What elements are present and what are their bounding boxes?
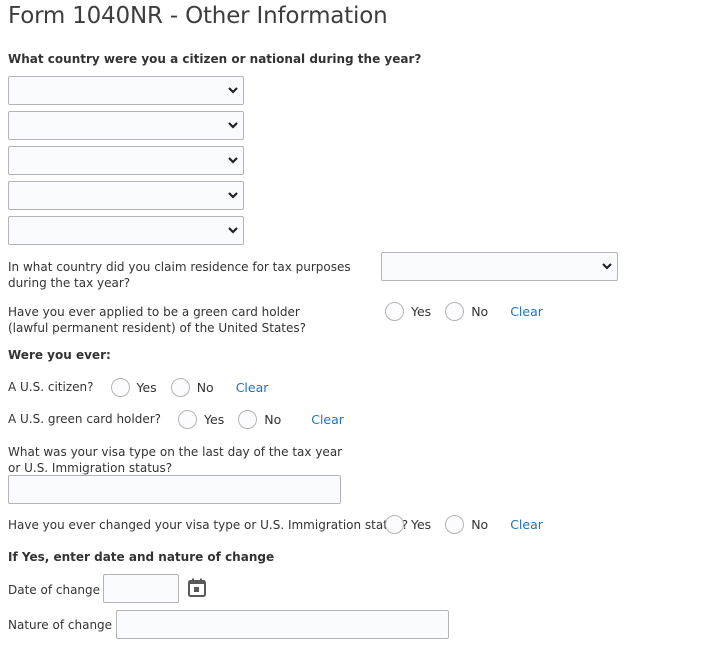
citizenship-question: What country were you a citizen or natio… <box>8 52 422 66</box>
chevron-down-icon <box>228 87 238 94</box>
yes-label: Yes <box>411 516 432 532</box>
us-citizen-clear-link[interactable]: Clear <box>236 380 269 395</box>
citizenship-select-3[interactable] <box>8 146 244 175</box>
visa-type-input[interactable] <box>8 475 341 504</box>
green-card-holder-question: A U.S. green card holder? <box>8 412 162 426</box>
citizenship-select-1[interactable] <box>8 76 244 105</box>
green-card-applied-question: Have you ever applied to be a green card… <box>8 305 307 335</box>
no-label: No <box>471 516 489 532</box>
date-of-change-input[interactable] <box>103 574 179 603</box>
chevron-down-icon <box>228 122 238 129</box>
us-citizen-no-radio[interactable] <box>170 377 190 397</box>
citizenship-select-4[interactable] <box>8 181 244 210</box>
us-citizen-question: A U.S. citizen? <box>8 380 94 394</box>
green-card-applied-no-radio[interactable] <box>445 301 465 321</box>
chevron-down-icon <box>228 157 238 164</box>
citizenship-select-2[interactable] <box>8 111 244 140</box>
visa-changed-radio-group: Yes No Clear <box>385 513 543 535</box>
nature-of-change-input[interactable] <box>116 610 449 639</box>
page-title: Form 1040NR - Other Information <box>8 3 388 29</box>
chevron-down-icon <box>228 192 238 199</box>
date-of-change-label: Date of change <box>8 583 101 597</box>
no-label: No <box>471 303 489 319</box>
nature-of-change-label: Nature of change <box>8 618 113 632</box>
green-card-holder-row: A U.S. green card holder? Yes No Clear <box>8 408 344 430</box>
were-you-ever-heading: Were you ever: <box>8 348 111 362</box>
visa-changed-no-radio[interactable] <box>445 514 465 534</box>
chevron-down-icon <box>602 263 612 270</box>
visa-changed-question: Have you ever changed your visa type or … <box>8 518 409 532</box>
us-citizen-yes-radio[interactable] <box>110 377 130 397</box>
chevron-down-icon <box>228 227 238 234</box>
green-card-applied-clear-link[interactable]: Clear <box>510 304 543 319</box>
yes-label: Yes <box>136 379 157 395</box>
no-label: No <box>264 411 282 427</box>
visa-changed-clear-link[interactable]: Clear <box>510 517 543 532</box>
residence-select[interactable] <box>381 252 618 281</box>
green-card-holder-no-radio[interactable] <box>238 409 258 429</box>
visa-changed-yes-radio[interactable] <box>385 514 404 534</box>
calendar-icon[interactable] <box>188 578 206 597</box>
green-card-applied-radio-group: Yes No Clear <box>385 300 543 322</box>
change-details-heading: If Yes, enter date and nature of change <box>8 550 275 564</box>
citizenship-select-5[interactable] <box>8 216 244 245</box>
yes-label: Yes <box>204 411 225 427</box>
yes-label: Yes <box>411 303 432 319</box>
visa-type-question: What was your visa type on the last day … <box>8 445 343 475</box>
green-card-applied-yes-radio[interactable] <box>385 301 404 321</box>
us-citizen-row: A U.S. citizen? Yes No Clear <box>8 376 268 398</box>
green-card-holder-yes-radio[interactable] <box>178 409 198 429</box>
green-card-holder-clear-link[interactable]: Clear <box>311 412 344 427</box>
residence-question: In what country did you claim residence … <box>8 260 351 290</box>
no-label: No <box>196 379 214 395</box>
